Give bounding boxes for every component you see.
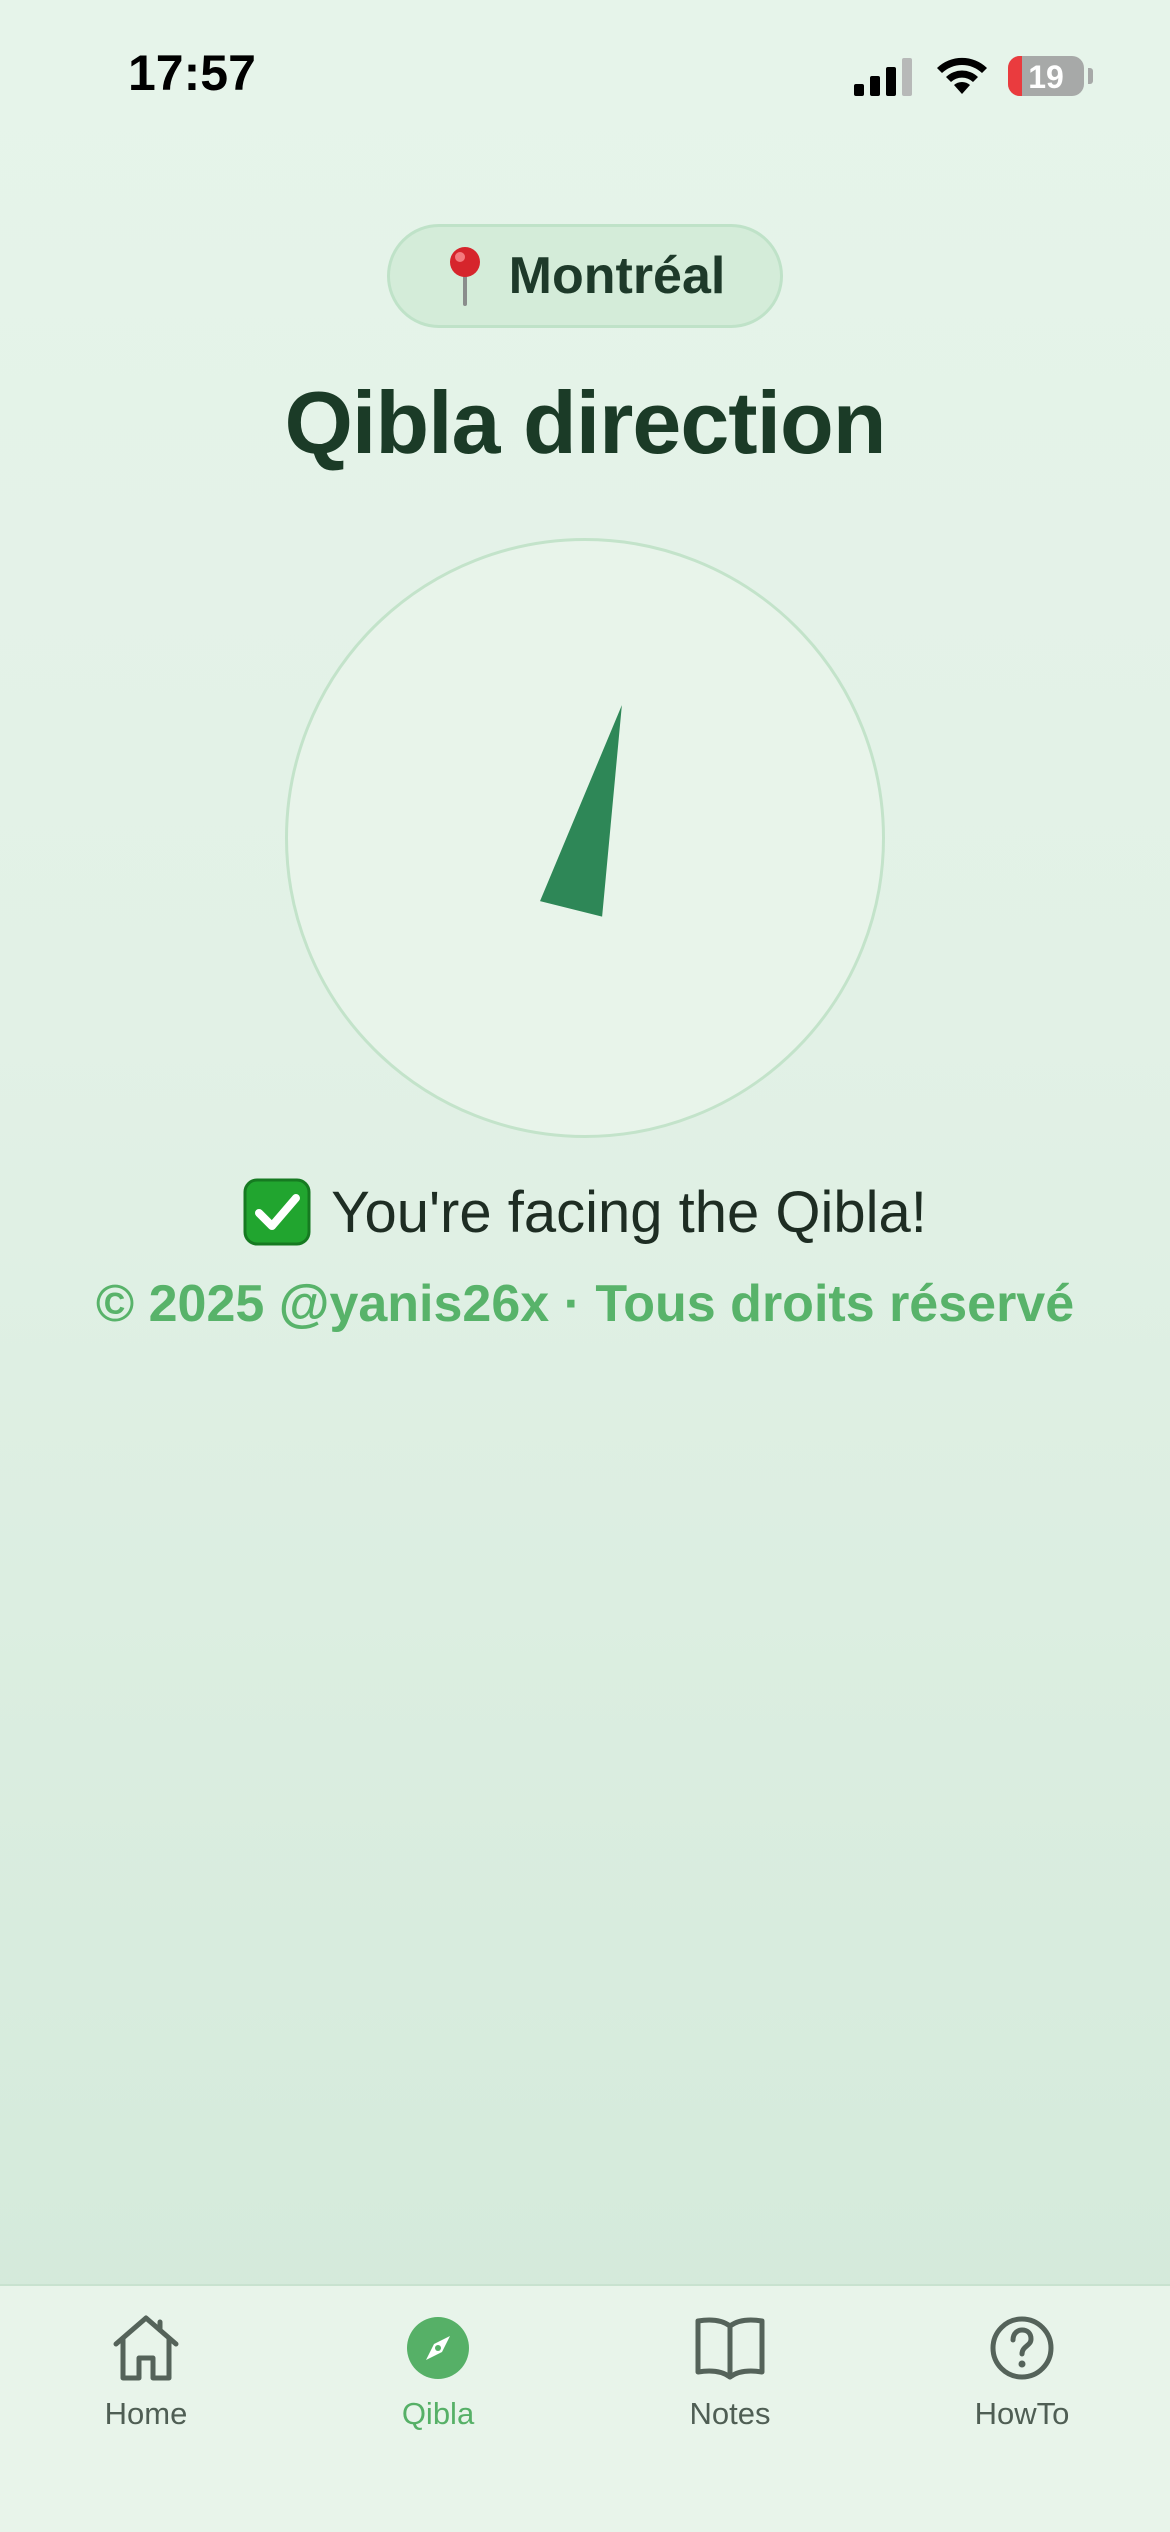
tab-home[interactable]: Home	[0, 2286, 292, 2486]
qibla-compass	[285, 538, 885, 1138]
status-time: 17:57	[128, 45, 256, 101]
tab-label: HowTo	[974, 2396, 1070, 2431]
tab-qibla[interactable]: Qibla	[292, 2286, 584, 2486]
tab-howto[interactable]: HowTo	[876, 2286, 1168, 2486]
battery-percentage: 19	[1028, 59, 1064, 95]
battery-icon: 19	[1008, 56, 1084, 96]
status-message: You're facing the Qibla!	[331, 1179, 927, 1245]
tab-notes[interactable]: Notes	[584, 2286, 876, 2486]
tab-label: Qibla	[401, 2396, 475, 2431]
status-bar: 17:57 19	[0, 0, 1170, 150]
check-mark-icon	[243, 1178, 311, 1246]
tab-label: Home	[104, 2396, 188, 2431]
pushpin-icon	[449, 247, 480, 306]
qibla-status: You're facing the Qibla!	[0, 1178, 1170, 1246]
location-name: Montréal	[508, 247, 726, 305]
cellular-signal-icon	[854, 58, 912, 96]
location-pill[interactable]: Montréal	[387, 224, 783, 328]
house-icon	[113, 2315, 179, 2381]
tab-bar: Home Qibla Notes HowTo	[0, 2284, 1170, 2532]
question-icon	[990, 2316, 1054, 2380]
battery-cap	[1088, 68, 1093, 84]
copyright-text: © 2025 @yanis26x · Tous droits réservé	[95, 1275, 1075, 1333]
wifi-icon	[937, 57, 987, 94]
compass-icon	[407, 2317, 469, 2379]
book-icon	[695, 2317, 765, 2380]
page-title: Qibla direction	[284, 373, 886, 472]
qibla-needle	[540, 705, 622, 917]
tab-label: Notes	[689, 2396, 771, 2431]
